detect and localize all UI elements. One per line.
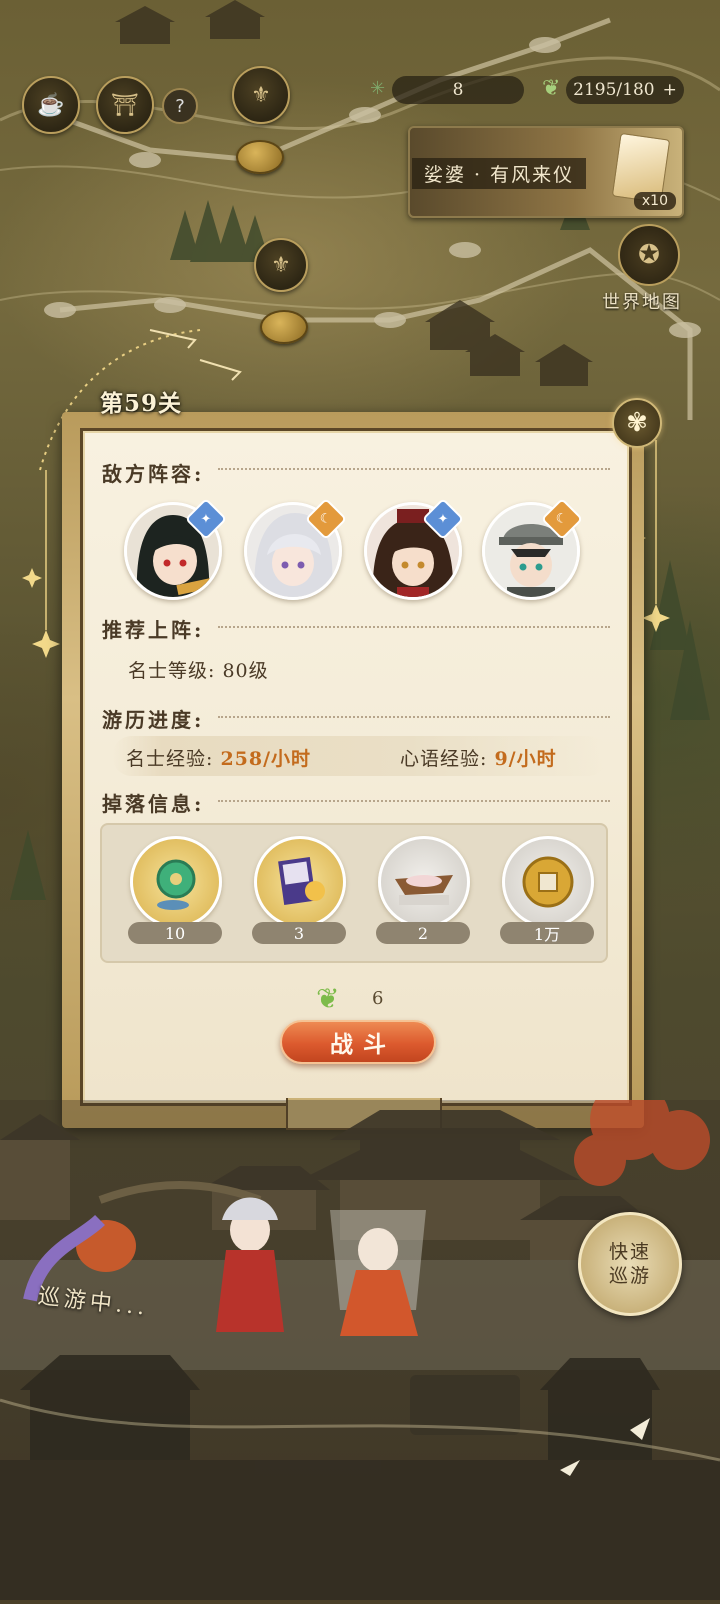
exp-left: 名士经验: 258/小时 bbox=[126, 744, 311, 771]
fight-button[interactable]: 战斗 bbox=[280, 1020, 436, 1064]
event-title: 娑婆 · 有风来仪 bbox=[412, 158, 587, 189]
quick-patrol-line1: 快速 bbox=[608, 1241, 651, 1263]
grass-icon: ✳ bbox=[370, 78, 386, 99]
exp-right-label: 心语经验: bbox=[400, 748, 488, 770]
stage-number: 第59关 bbox=[100, 390, 183, 417]
event-banner[interactable]: 娑婆 · 有风来仪 x10 bbox=[408, 126, 684, 218]
question-icon: ? bbox=[175, 95, 185, 117]
quick-patrol-button[interactable]: 快速 巡游 bbox=[578, 1212, 682, 1316]
tea-cup-icon: ☕ bbox=[37, 92, 65, 118]
exp-left-label: 名士经验: bbox=[126, 748, 214, 770]
copper-coin-icon bbox=[502, 836, 594, 928]
divider bbox=[218, 626, 610, 628]
drop-count: 3 bbox=[252, 922, 346, 944]
fight-button-label: 战斗 bbox=[330, 1031, 396, 1058]
pavilion-button[interactable]: ⛩ bbox=[96, 76, 154, 134]
scroll-button[interactable]: ⚜ bbox=[232, 66, 290, 124]
flower-dish-icon bbox=[378, 836, 470, 928]
close-dialog-button[interactable]: ✾ bbox=[612, 398, 662, 448]
drop-count: 2 bbox=[376, 922, 470, 944]
divider bbox=[218, 800, 610, 802]
map-node[interactable] bbox=[260, 310, 308, 344]
exp-right-value: 9/小时 bbox=[494, 748, 557, 770]
world-map-button[interactable]: ✪ bbox=[618, 224, 680, 286]
map-stage-marker[interactable]: ⚜ bbox=[254, 238, 308, 292]
drop-item[interactable]: 10 bbox=[128, 836, 222, 946]
stamina-value: 8 bbox=[452, 80, 464, 100]
jade-pendant-icon bbox=[130, 836, 222, 928]
drop-count: 10 bbox=[128, 922, 222, 944]
enemy-lineup-title: 敌方阵容: bbox=[102, 462, 205, 486]
drop-count: 1万 bbox=[500, 922, 594, 944]
leaf-resource-value: 2195/180 bbox=[573, 80, 655, 100]
drop-item[interactable]: 1万 bbox=[500, 836, 594, 946]
leaf-cost-icon: ❦ bbox=[316, 982, 340, 1015]
scroll-icon: ⚜ bbox=[271, 252, 291, 278]
flower-close-icon: ✾ bbox=[626, 408, 648, 438]
progress-title: 游历进度: bbox=[102, 708, 205, 732]
exp-left-value: 258/小时 bbox=[220, 748, 312, 770]
drops-title: 掉落信息: bbox=[102, 792, 205, 816]
scroll-icon: ⚜ bbox=[251, 82, 271, 108]
quick-patrol-line2: 巡游 bbox=[608, 1265, 651, 1287]
drop-item[interactable]: 2 bbox=[376, 836, 470, 946]
town-scene bbox=[0, 1080, 720, 1600]
pavilion-icon: ⛩ bbox=[111, 92, 139, 118]
leaf-resource-counter: 2195/180 + bbox=[566, 76, 684, 104]
stamina-counter: 8 bbox=[392, 76, 524, 104]
compass-icon: ✪ bbox=[638, 240, 660, 270]
map-node[interactable] bbox=[236, 140, 284, 174]
recommend-level: 名士等级: 80级 bbox=[128, 660, 269, 682]
leaf-icon: ❦ bbox=[542, 76, 561, 101]
drop-item[interactable]: 3 bbox=[252, 836, 346, 946]
event-multiplier: x10 bbox=[633, 192, 676, 210]
divider bbox=[218, 716, 610, 718]
divider bbox=[218, 468, 610, 470]
exp-right: 心语经验: 9/小时 bbox=[400, 744, 557, 771]
leaf-cost-value: 6 bbox=[372, 988, 384, 1009]
book-scroll-icon bbox=[254, 836, 346, 928]
back-button[interactable]: ☕ bbox=[22, 76, 80, 134]
world-map-label: 世界地图 bbox=[602, 292, 682, 313]
help-button[interactable]: ? bbox=[162, 88, 198, 124]
recommend-title: 推荐上阵: bbox=[102, 618, 205, 642]
add-leaf-button[interactable]: + bbox=[663, 80, 677, 100]
